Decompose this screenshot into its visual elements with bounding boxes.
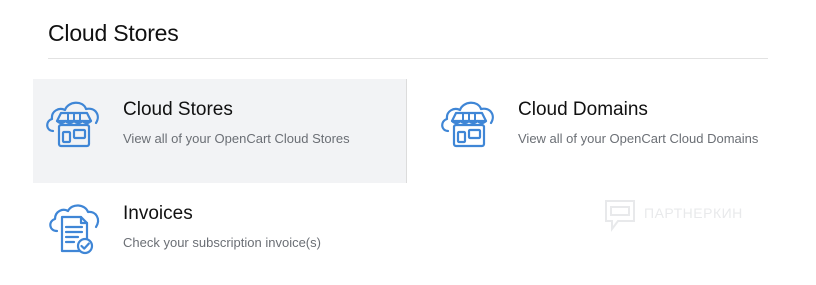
cloud-invoice-icon xyxy=(49,204,100,255)
card-description: Check your subscription invoice(s) xyxy=(123,235,321,250)
cloud-domains-card[interactable]: Cloud Domains View all of your OpenCart … xyxy=(428,79,802,183)
invoices-card[interactable]: Invoices Check your subscription invoice… xyxy=(33,183,407,285)
page-title: Cloud Stores xyxy=(48,20,179,46)
cloud-store-icon xyxy=(441,101,494,148)
card-description: View all of your OpenCart Cloud Domains xyxy=(518,131,759,146)
card-title: Cloud Stores xyxy=(123,99,233,120)
card-description: View all of your OpenCart Cloud Stores xyxy=(123,131,350,146)
watermark: ПАРТНЕРКИН xyxy=(604,199,774,233)
cloud-store-icon xyxy=(46,101,99,148)
watermark-text: ПАРТНЕРКИН xyxy=(644,205,743,221)
cloud-stores-card[interactable]: Cloud Stores View all of your OpenCart C… xyxy=(33,79,407,183)
card-title: Invoices xyxy=(123,203,193,224)
chat-bubble-icon xyxy=(605,200,635,232)
page: Cloud Stores Cloud Stores View all of yo… xyxy=(0,0,816,285)
card-title: Cloud Domains xyxy=(518,99,648,120)
title-divider xyxy=(48,58,768,59)
